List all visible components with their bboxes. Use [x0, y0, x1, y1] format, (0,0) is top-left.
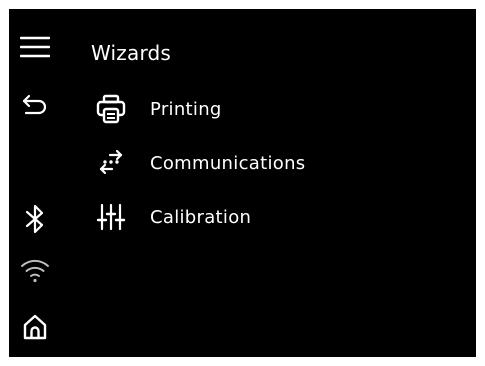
wifi-icon	[21, 259, 49, 283]
communications-icon	[93, 145, 129, 181]
back-button[interactable]	[15, 85, 55, 125]
bluetooth-icon	[25, 204, 44, 234]
printer-icon	[93, 91, 129, 127]
menu-item-calibration[interactable]: Calibration	[93, 197, 393, 237]
hamburger-menu-icon	[20, 36, 50, 58]
menu-item-label: Printing	[150, 98, 222, 120]
sliders-icon	[93, 199, 129, 235]
wifi-button[interactable]	[15, 250, 55, 290]
page-title: Wizards	[91, 41, 172, 65]
menu-button[interactable]	[15, 27, 55, 67]
menu-item-label: Calibration	[150, 206, 252, 228]
back-arrow-icon	[22, 94, 47, 115]
menu-item-label: Communications	[150, 152, 306, 174]
menu-item-printing[interactable]: Printing	[93, 89, 393, 129]
home-button[interactable]	[15, 307, 55, 347]
wizards-screen: Wizards Printing Communications Calibrat…	[9, 9, 476, 357]
bluetooth-button[interactable]	[15, 199, 55, 239]
home-icon	[23, 314, 47, 340]
menu-item-communications[interactable]: Communications	[93, 143, 393, 183]
